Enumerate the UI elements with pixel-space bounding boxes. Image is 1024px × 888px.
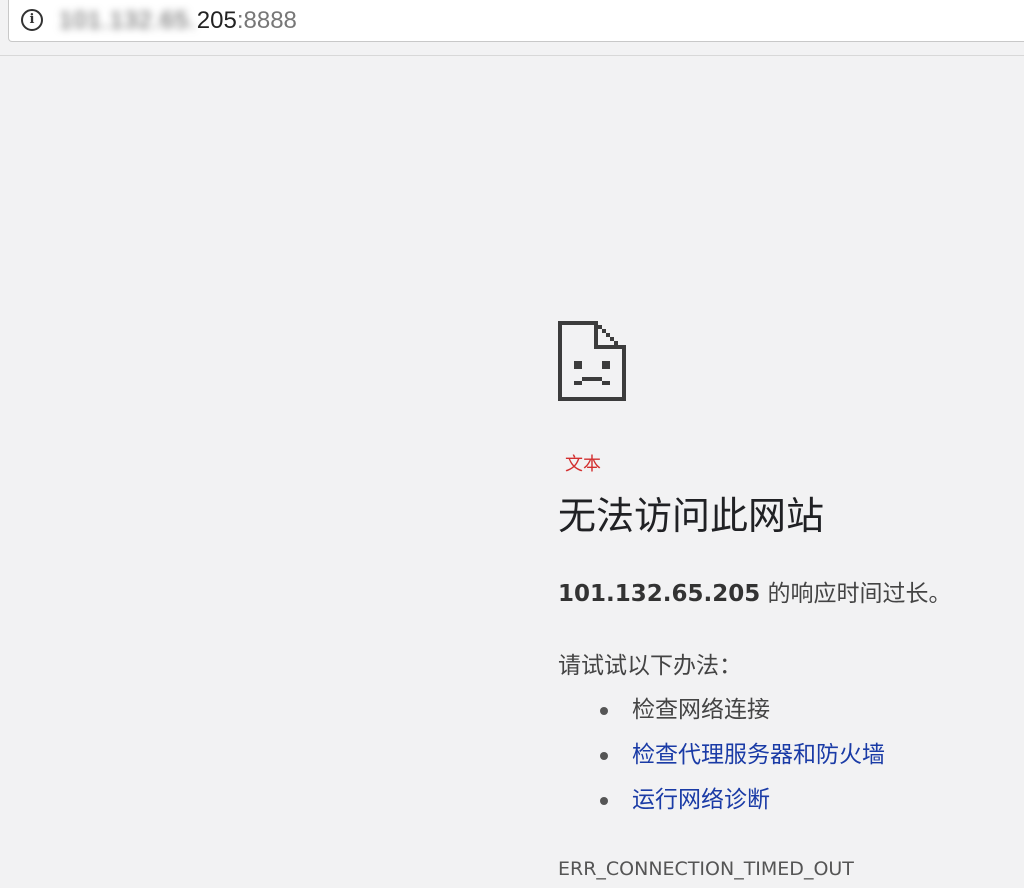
suggestion-check-proxy[interactable]: 检查代理服务器和防火墙 bbox=[558, 739, 885, 784]
suggestions-list: 检查网络连接 检查代理服务器和防火墙 运行网络诊断 bbox=[558, 694, 885, 829]
error-code: ERR_CONNECTION_TIMED_OUT bbox=[558, 858, 854, 880]
error-summary: 101.132.65.205 的响应时间过长。 bbox=[558, 578, 952, 610]
suggestion-check-network: 检查网络连接 bbox=[558, 694, 885, 739]
summary-text: 的响应时间过长。 bbox=[760, 581, 952, 607]
page-title: 无法访问此网站 bbox=[558, 494, 825, 538]
suggestion-label: 检查网络连接 bbox=[632, 697, 770, 723]
suggestion-link[interactable]: 运行网络诊断 bbox=[632, 787, 770, 813]
summary-host: 101.132.65.205 bbox=[558, 581, 761, 607]
url-text[interactable]: 101.132.65.205:8888 bbox=[59, 6, 297, 36]
annotation-label: 文本 bbox=[565, 454, 601, 475]
url-host-tail: 205 bbox=[196, 7, 237, 34]
address-bar[interactable]: i 101.132.65.205:8888 bbox=[8, 0, 1024, 42]
suggestion-link[interactable]: 检查代理服务器和防火墙 bbox=[632, 742, 885, 768]
sad-document-icon bbox=[558, 321, 626, 401]
url-host-blurred: 101.132.65. bbox=[59, 7, 197, 34]
info-icon[interactable]: i bbox=[21, 9, 43, 31]
browser-toolbar: i 101.132.65.205:8888 bbox=[0, 0, 1024, 56]
url-port: :8888 bbox=[236, 7, 297, 34]
suggestions-heading: 请试试以下办法： bbox=[558, 653, 742, 679]
suggestion-run-diagnostics[interactable]: 运行网络诊断 bbox=[558, 784, 885, 829]
